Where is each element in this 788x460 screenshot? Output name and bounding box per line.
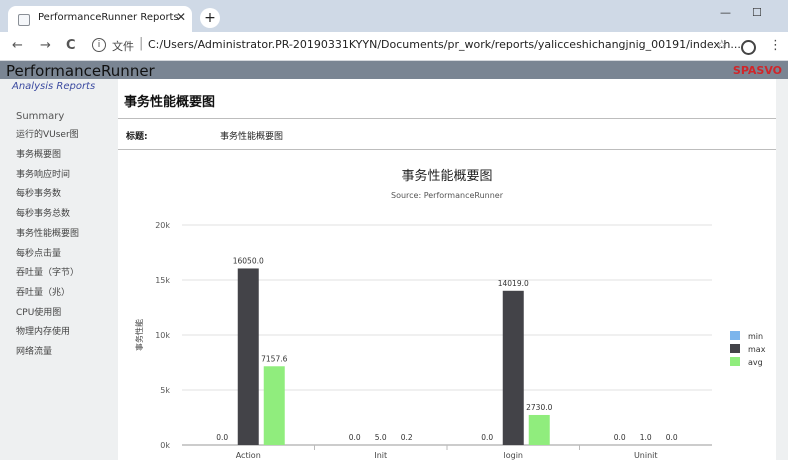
topic-value: 事务性能概要图 [220, 132, 284, 142]
page-title: 事务性能概要图 [124, 95, 216, 110]
sidebar: Analysis Reports Summary 运行的VUser图 事务概要图… [0, 79, 110, 460]
legend-label-min: min [748, 332, 763, 341]
sidebar-item-cpu[interactable]: CPU使用图 [16, 305, 61, 318]
sidebar-item-throughput-bytes[interactable]: 吞吐量（字节） [16, 265, 79, 278]
legend-swatch-min [730, 331, 740, 340]
y-tick-label: 20k [155, 221, 170, 230]
sidebar-item-total-tps[interactable]: 每秒事务总数 [16, 206, 70, 219]
y-tick-label: 10k [155, 331, 170, 340]
sidebar-section-title: Analysis Reports [12, 81, 96, 92]
address-separator: | [139, 36, 144, 51]
sidebar-item-response-time[interactable]: 事务响应时间 [16, 167, 70, 180]
sidebar-item-performance-summary[interactable]: 事务性能概要图 [16, 226, 79, 239]
sidebar-item-throughput-mb[interactable]: 吞吐量（兆） [16, 285, 70, 298]
topic-label: 标题: [126, 132, 148, 142]
minimize-icon[interactable]: — [720, 6, 731, 19]
legend-label-avg: avg [748, 358, 763, 367]
data-label: 5.0 [375, 433, 387, 442]
reload-button[interactable]: C [66, 38, 76, 53]
y-axis-label: 事务性能 [134, 319, 144, 351]
forward-button[interactable]: → [40, 38, 51, 53]
new-tab-button[interactable]: + [200, 8, 220, 28]
x-tick-label: Uninit [634, 451, 658, 460]
bar-chart: 0k 5k 10k 15k 20k 事务性能 Action 0.0 16050.0 7157.6 I… [134, 221, 766, 460]
browser-tab-bar: PerformanceRunner Reports ✕ + — ☐ [0, 0, 788, 32]
data-label: 2730.0 [526, 403, 552, 412]
sidebar-item-network[interactable]: 网络流量 [16, 344, 52, 357]
address-text[interactable]: C:/Users/Administrator.PR-20190331KYYN/D… [148, 38, 741, 51]
sidebar-item-memory[interactable]: 物理内存使用 [16, 324, 70, 337]
app-title: PerformanceRunner [6, 62, 155, 80]
y-tick-label: 5k [160, 386, 170, 395]
bar-avg [263, 366, 285, 445]
tab-title: PerformanceRunner Reports [38, 12, 179, 23]
main-content: 事务性能概要图 标题: 事务性能概要图 事务性能概要图 Source: Perf… [118, 79, 776, 460]
sidebar-item-transaction-summary[interactable]: 事务概要图 [16, 147, 61, 160]
legend-swatch-avg [730, 357, 740, 366]
profile-avatar-icon[interactable] [741, 40, 756, 55]
file-scheme-label: 文件 [112, 40, 134, 53]
data-label: 0.2 [401, 433, 413, 442]
report-page: PerformanceRunner SPASVO Analysis Report… [0, 61, 788, 460]
y-tick-label: 15k [155, 276, 170, 285]
divider [118, 118, 776, 119]
data-label: 0.0 [349, 433, 361, 442]
brand-logo: SPASVO [732, 64, 782, 77]
back-button[interactable]: ← [12, 38, 23, 53]
y-tick-label: 0k [160, 441, 170, 450]
close-tab-icon[interactable]: ✕ [176, 10, 186, 24]
browser-toolbar: ← → C i 文件 | C:/Users/Administrator.PR-2… [0, 32, 788, 61]
browser-tab[interactable]: PerformanceRunner Reports ✕ [8, 6, 192, 32]
chart-title: 事务性能概要图 [401, 169, 493, 184]
sidebar-item-hits[interactable]: 每秒点击量 [16, 246, 61, 259]
sidebar-item-summary[interactable]: Summary [16, 111, 64, 122]
sidebar-item-tps[interactable]: 每秒事务数 [16, 186, 61, 199]
chart-subtitle: Source: PerformanceRunner [390, 191, 504, 200]
data-label: 0.0 [481, 433, 493, 442]
data-label: 16050.0 [233, 256, 264, 265]
bar-max [237, 268, 259, 445]
legend-label-max: max [748, 345, 766, 354]
data-label: 0.0 [216, 433, 228, 442]
x-tick-label: Action [236, 451, 261, 460]
app-header: PerformanceRunner SPASVO [0, 61, 788, 80]
address-bar[interactable]: i 文件 | C:/Users/Administrator.PR-2019033… [88, 35, 741, 57]
info-icon[interactable]: i [92, 38, 106, 52]
bookmark-star-icon[interactable]: ☆ [716, 38, 728, 53]
x-tick-label: Init [374, 451, 387, 460]
maximize-icon[interactable]: ☐ [752, 6, 762, 19]
browser-menu-icon[interactable]: ⋮ [769, 38, 782, 53]
sidebar-item-vuser[interactable]: 运行的VUser图 [16, 127, 79, 140]
data-label: 0.0 [614, 433, 626, 442]
bar-avg [528, 414, 550, 445]
data-label: 1.0 [640, 433, 652, 442]
legend-swatch-max [730, 344, 740, 353]
page-favicon-icon [18, 14, 30, 26]
divider [118, 149, 776, 150]
data-label: 0.0 [666, 433, 678, 442]
data-label: 7157.6 [261, 354, 287, 363]
x-tick-label: login [504, 451, 524, 460]
data-label: 14019.0 [498, 279, 529, 288]
bar-max [502, 290, 524, 445]
